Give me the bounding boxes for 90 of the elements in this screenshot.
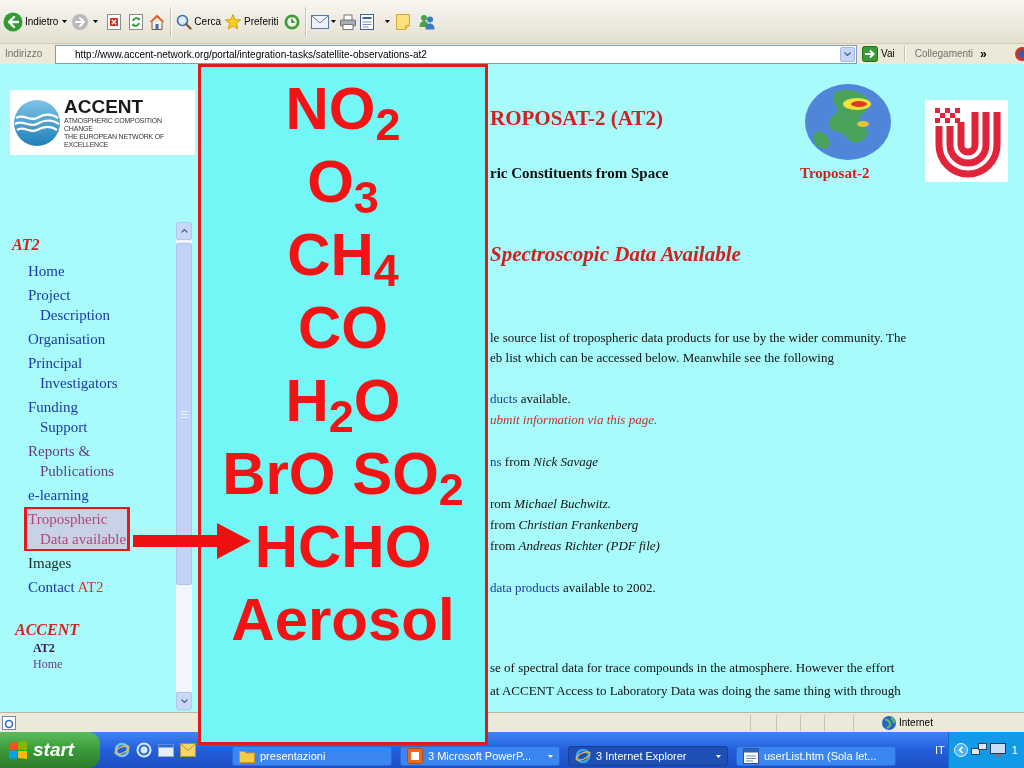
nav-section-title: AT2 — [12, 235, 40, 255]
page-cross-icon[interactable] — [106, 13, 123, 30]
paragraph-text: le source list of tropospheric data products for use by the wider community. The eb list which can be accessed below. Meanwhile see the following — [490, 329, 907, 367]
nav-link[interactable]: Home — [24, 258, 69, 283]
clock-icon[interactable] — [283, 13, 300, 30]
orbit-ring-icon — [575, 748, 591, 764]
document-icon[interactable] — [359, 13, 374, 30]
nav-link[interactable]: Home — [29, 656, 67, 672]
nav-link[interactable]: Contact AT2 — [24, 574, 108, 599]
orbit-ring-icon[interactable] — [114, 742, 130, 758]
text-link[interactable]: ns — [490, 454, 502, 469]
nav-link[interactable]: Images — [24, 550, 76, 575]
links-label: Collegamenti — [914, 48, 974, 60]
chevron-down-icon — [844, 52, 851, 56]
logo-title: ACCENT — [64, 96, 145, 117]
list-text: from Andreas Richter (PDF file) — [490, 537, 660, 555]
nav-link[interactable]: e-learning — [24, 482, 93, 507]
address-field[interactable]: http://www.accent-network.org/portal/integration-tasks/satellite-observations-at2 — [55, 44, 857, 64]
address-label: Indirizzo — [5, 48, 44, 60]
chevron-up-icon — [180, 229, 188, 233]
people-icon[interactable] — [418, 13, 435, 30]
address-dropdown-button[interactable] — [840, 46, 855, 62]
list-text: ubmit information via this page. — [490, 411, 658, 429]
nav-link[interactable]: Reports & Publications — [24, 438, 119, 483]
mail-icon[interactable] — [310, 14, 329, 29]
page-icon — [2, 715, 16, 730]
sphere-logo-icon — [14, 99, 60, 146]
formula-text: Aerosol — [231, 585, 455, 655]
ring-icon[interactable] — [1014, 47, 1024, 61]
flag-icon — [8, 741, 28, 759]
search-icon — [176, 13, 193, 30]
taskbar-button[interactable]: 3 Internet Explorer — [568, 746, 728, 766]
formula-text: H$_{2}$O — [285, 366, 401, 437]
security-zone-label: Internet — [899, 716, 933, 729]
page-title: ROPOSAT-2 (AT2) — [490, 106, 663, 130]
caret-icon[interactable] — [62, 20, 68, 23]
paragraph-text: se of spectral data for trace compounds in the atmosphere. However the effort at ACCENT Access to Laboratory Data was doing the same thing with through — [490, 659, 901, 700]
go-arrow-icon — [862, 46, 878, 62]
network-icon[interactable] — [970, 742, 987, 758]
folder-icon — [239, 749, 255, 763]
taskbar-button[interactable]: presentazioni — [232, 746, 392, 766]
back-button[interactable]: Indietro — [3, 11, 59, 32]
formula-text: CO — [298, 293, 388, 363]
list-text: ns from Nick Savage — [490, 453, 598, 471]
home-icon[interactable] — [149, 13, 166, 30]
language-indicator[interactable]: IT — [935, 743, 945, 757]
search-button[interactable]: Cerca — [176, 13, 222, 30]
star-icon — [225, 13, 242, 30]
document-icon — [743, 748, 759, 764]
caret-icon[interactable] — [330, 20, 336, 23]
ring-icon[interactable] — [136, 742, 152, 758]
go-button[interactable]: Vai — [862, 46, 895, 62]
nav-section-title: ACCENT — [15, 620, 79, 640]
section-heading: Spectroscopic Data Available — [490, 242, 741, 266]
text-link[interactable]: ducts — [490, 391, 518, 406]
formula-text: NO$_{2}$ — [285, 74, 401, 145]
globe-icon — [882, 715, 896, 730]
scrollbar-thumb[interactable] — [176, 243, 192, 585]
list-text: ducts available. — [490, 390, 571, 408]
formula-text: HCHO — [254, 512, 432, 582]
formula-text: CH$_{4}$ — [287, 220, 399, 291]
window-icon[interactable] — [158, 742, 174, 758]
nav-link[interactable]: Project Description — [24, 282, 114, 327]
list-text: from Christian Frankenberg — [490, 516, 639, 534]
refresh-icon[interactable] — [128, 13, 145, 30]
more-links-button[interactable]: » — [980, 48, 987, 60]
scrollbar[interactable] — [175, 222, 192, 710]
nav-link[interactable]: Funding Support — [24, 394, 92, 439]
nav-link[interactable]: Principal Investigators — [24, 350, 122, 395]
taskbar-button[interactable]: userList.htm (Sola let... — [736, 746, 896, 766]
page-subtitle: ric Constituents from Space — [490, 164, 669, 182]
caret-icon[interactable] — [93, 20, 99, 23]
caret-icon[interactable] — [716, 754, 721, 758]
formula-text: BrO SO$_{2}$ — [222, 439, 464, 510]
text-link[interactable]: data products — [490, 580, 560, 595]
taskbar-button[interactable]: 3 Microsoft PowerP... — [400, 746, 560, 766]
grip-icon — [180, 410, 188, 418]
chevron-down-icon — [180, 699, 188, 703]
monitor-icon[interactable] — [989, 742, 1006, 758]
framed-square-icon — [407, 748, 423, 764]
favorites-button[interactable]: Preferiti — [225, 13, 279, 30]
formula-text: O$_{3}$ — [307, 147, 379, 218]
nav-link[interactable]: AT2 — [29, 640, 59, 656]
nav-link[interactable]: Organisation — [24, 326, 110, 351]
list-text: rom Michael Buchwitz. — [490, 495, 611, 513]
list-text: data products available to 2002. — [490, 579, 656, 597]
start-button[interactable]: start — [0, 732, 100, 768]
figure-caption: Troposat-2 — [800, 164, 870, 182]
printer-icon[interactable] — [339, 13, 356, 30]
caret-icon[interactable] — [384, 20, 390, 23]
